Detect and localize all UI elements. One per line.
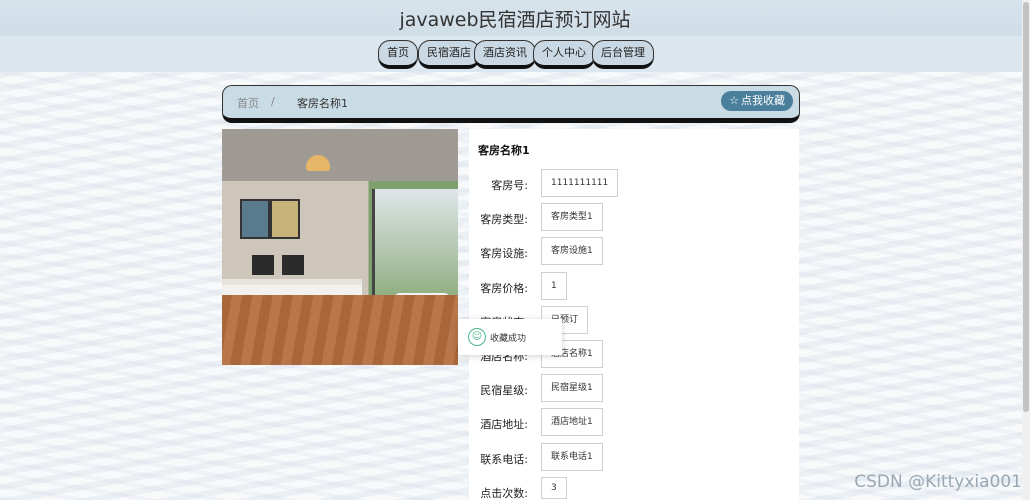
- toast-message: ☺ 收藏成功: [458, 319, 562, 355]
- field-value: 民宿星级1: [541, 374, 603, 402]
- breadcrumb-separator: /: [271, 95, 275, 108]
- field-value: 酒店地址1: [541, 408, 603, 436]
- photo-artwork: [240, 199, 270, 239]
- photo-artwork: [270, 199, 300, 239]
- field-label: 客房价格:: [480, 282, 528, 295]
- scrollbar-thumb[interactable]: [1023, 2, 1029, 412]
- field-label: 民宿星级:: [480, 384, 528, 397]
- photo-floor: [222, 295, 458, 365]
- nav-home[interactable]: 首页: [378, 40, 418, 69]
- breadcrumb-current: 客房名称1: [297, 97, 348, 110]
- smile-icon: ☺: [468, 328, 486, 346]
- field-label: 点击次数:: [480, 487, 528, 500]
- field-label: 客房类型:: [480, 213, 528, 226]
- photo-lamp: [306, 155, 330, 171]
- site-header: javaweb民宿酒店预订网站: [0, 0, 1030, 38]
- watermark: CSDN @Kittyxia001: [854, 472, 1022, 492]
- field-value: 联系电话1: [541, 443, 603, 471]
- breadcrumb: 首页 / 客房名称1 ☆ 点我收藏: [222, 85, 800, 123]
- nav-profile[interactable]: 个人中心: [533, 40, 595, 69]
- nav-news[interactable]: 酒店资讯: [474, 40, 536, 69]
- toast-text: 收藏成功: [490, 334, 527, 344]
- favorite-button[interactable]: ☆ 点我收藏: [721, 91, 793, 111]
- field-label: 客房设施:: [480, 247, 528, 260]
- field-value: 3: [541, 477, 567, 499]
- field-value: 1: [541, 272, 567, 300]
- field-value: 1111111111: [541, 169, 619, 197]
- photo-pillow: [252, 255, 274, 275]
- room-photo: [222, 129, 458, 365]
- photo-pillow: [282, 255, 304, 275]
- star-icon: ☆: [729, 94, 739, 107]
- field-label: 客房号:: [491, 179, 528, 192]
- page-scrollbar[interactable]: [1022, 0, 1030, 500]
- site-title: javaweb民宿酒店预订网站: [399, 9, 631, 31]
- nav-admin[interactable]: 后台管理: [592, 40, 654, 69]
- nav-hotels[interactable]: 民宿酒店: [418, 40, 480, 69]
- favorite-button-label: 点我收藏: [741, 94, 785, 107]
- field-value: 客房设施1: [541, 237, 603, 265]
- field-label: 联系电话:: [480, 453, 528, 466]
- room-title: 客房名称1: [478, 144, 530, 157]
- field-value: 客房类型1: [541, 203, 603, 231]
- field-label: 酒店地址:: [480, 418, 528, 431]
- breadcrumb-home[interactable]: 首页: [237, 95, 259, 111]
- main-nav: 首页 民宿酒店 酒店资讯 个人中心 后台管理: [0, 36, 1030, 72]
